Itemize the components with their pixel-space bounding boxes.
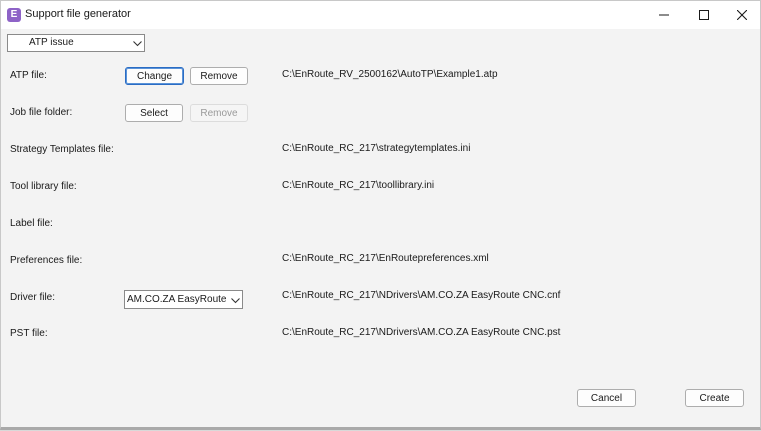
tool-library-label: Tool library file:: [10, 181, 77, 192]
create-button[interactable]: Create: [685, 389, 744, 407]
strategy-templates-path: C:\EnRoute_RC_217\strategytemplates.ini: [282, 143, 471, 154]
title-bar[interactable]: E Support file generator: [1, 1, 760, 29]
window-title: Support file generator: [25, 8, 131, 20]
atp-remove-button[interactable]: Remove: [190, 67, 248, 85]
minimize-button[interactable]: [645, 1, 683, 29]
preferences-file-path: C:\EnRoute_RC_217\EnRoutepreferences.xml: [282, 253, 489, 264]
strategy-templates-label: Strategy Templates file:: [10, 144, 114, 155]
driver-file-select[interactable]: AM.CO.ZA EasyRoute CNC: [124, 290, 243, 309]
driver-file-value: AM.CO.ZA EasyRoute CNC: [127, 294, 228, 305]
pst-file-path: C:\EnRoute_RC_217\NDrivers\AM.CO.ZA Easy…: [282, 327, 561, 338]
maximize-button[interactable]: [685, 1, 723, 29]
job-folder-select-button[interactable]: Select: [125, 104, 183, 122]
preferences-file-label: Preferences file:: [10, 255, 83, 266]
label-file-label: Label file:: [10, 218, 53, 229]
cancel-button[interactable]: Cancel: [577, 389, 636, 407]
close-button[interactable]: [723, 1, 761, 29]
issue-type-value: ATP issue: [29, 37, 74, 48]
app-icon: E: [7, 8, 21, 22]
close-icon: [737, 10, 747, 20]
pst-file-label: PST file:: [10, 328, 48, 339]
job-folder-remove-button[interactable]: Remove: [190, 104, 248, 122]
minimize-icon: [659, 14, 669, 16]
chevron-down-icon: [133, 41, 142, 47]
chevron-down-icon: [231, 298, 240, 304]
support-file-generator-window: E Support file generator ATP issue ATP f…: [0, 0, 761, 430]
atp-change-button[interactable]: Change: [125, 67, 184, 85]
atp-file-path: C:\EnRoute_RV_2500162\AutoTP\Example1.at…: [282, 69, 498, 80]
driver-file-label: Driver file:: [10, 292, 56, 303]
job-folder-label: Job file folder:: [10, 107, 73, 118]
driver-file-path: C:\EnRoute_RC_217\NDrivers\AM.CO.ZA Easy…: [282, 290, 561, 301]
tool-library-path: C:\EnRoute_RC_217\toollibrary.ini: [282, 180, 435, 191]
atp-file-label: ATP file:: [10, 70, 47, 81]
maximize-icon: [699, 10, 709, 20]
issue-type-select[interactable]: ATP issue: [7, 34, 145, 52]
